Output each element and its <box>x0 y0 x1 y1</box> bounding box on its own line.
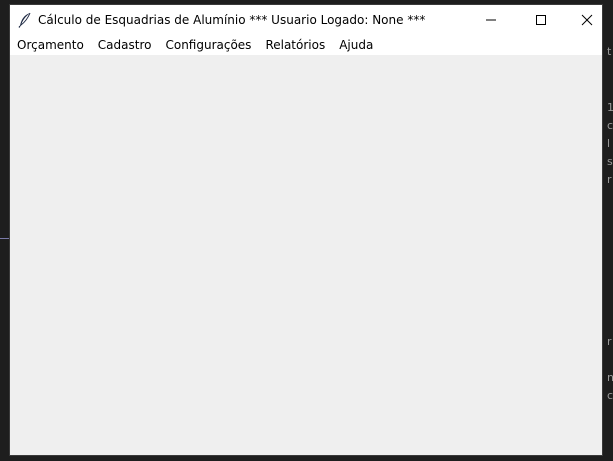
background-text-fragment: c <box>607 119 613 132</box>
minimize-button[interactable] <box>468 5 514 35</box>
menu-ajuda[interactable]: Ajuda <box>332 35 380 55</box>
background-text-fragment: 1 <box>607 101 613 114</box>
close-button[interactable] <box>564 5 602 35</box>
background-text-fragment: r <box>607 173 612 186</box>
title-bar[interactable]: Cálculo de Esquadrias de Alumínio *** Us… <box>10 5 602 35</box>
menu-cadastro[interactable]: Cadastro <box>91 35 159 55</box>
menu-orcamento[interactable]: Orçamento <box>10 35 91 55</box>
background-divider <box>0 238 9 239</box>
menu-bar: Orçamento Cadastro Configurações Relatór… <box>10 35 602 55</box>
minimize-icon <box>485 11 497 30</box>
background-text-fragment: n <box>607 371 613 384</box>
feather-icon <box>18 12 32 28</box>
window-title: Cálculo de Esquadrias de Alumínio *** Us… <box>38 13 426 27</box>
maximize-button[interactable] <box>518 5 564 35</box>
background-text-fragment: c <box>607 389 613 402</box>
menu-configuracoes[interactable]: Configurações <box>158 35 258 55</box>
background-text-fragment: l <box>607 137 611 150</box>
background-text-fragment: t <box>607 45 612 58</box>
close-icon <box>581 11 593 30</box>
menu-relatorios[interactable]: Relatórios <box>258 35 332 55</box>
background-text-fragment: r <box>607 335 612 348</box>
maximize-icon <box>535 11 547 30</box>
app-window: Cálculo de Esquadrias de Alumínio *** Us… <box>9 4 603 456</box>
background-text-fragment: s <box>607 155 613 168</box>
client-area <box>10 55 602 455</box>
